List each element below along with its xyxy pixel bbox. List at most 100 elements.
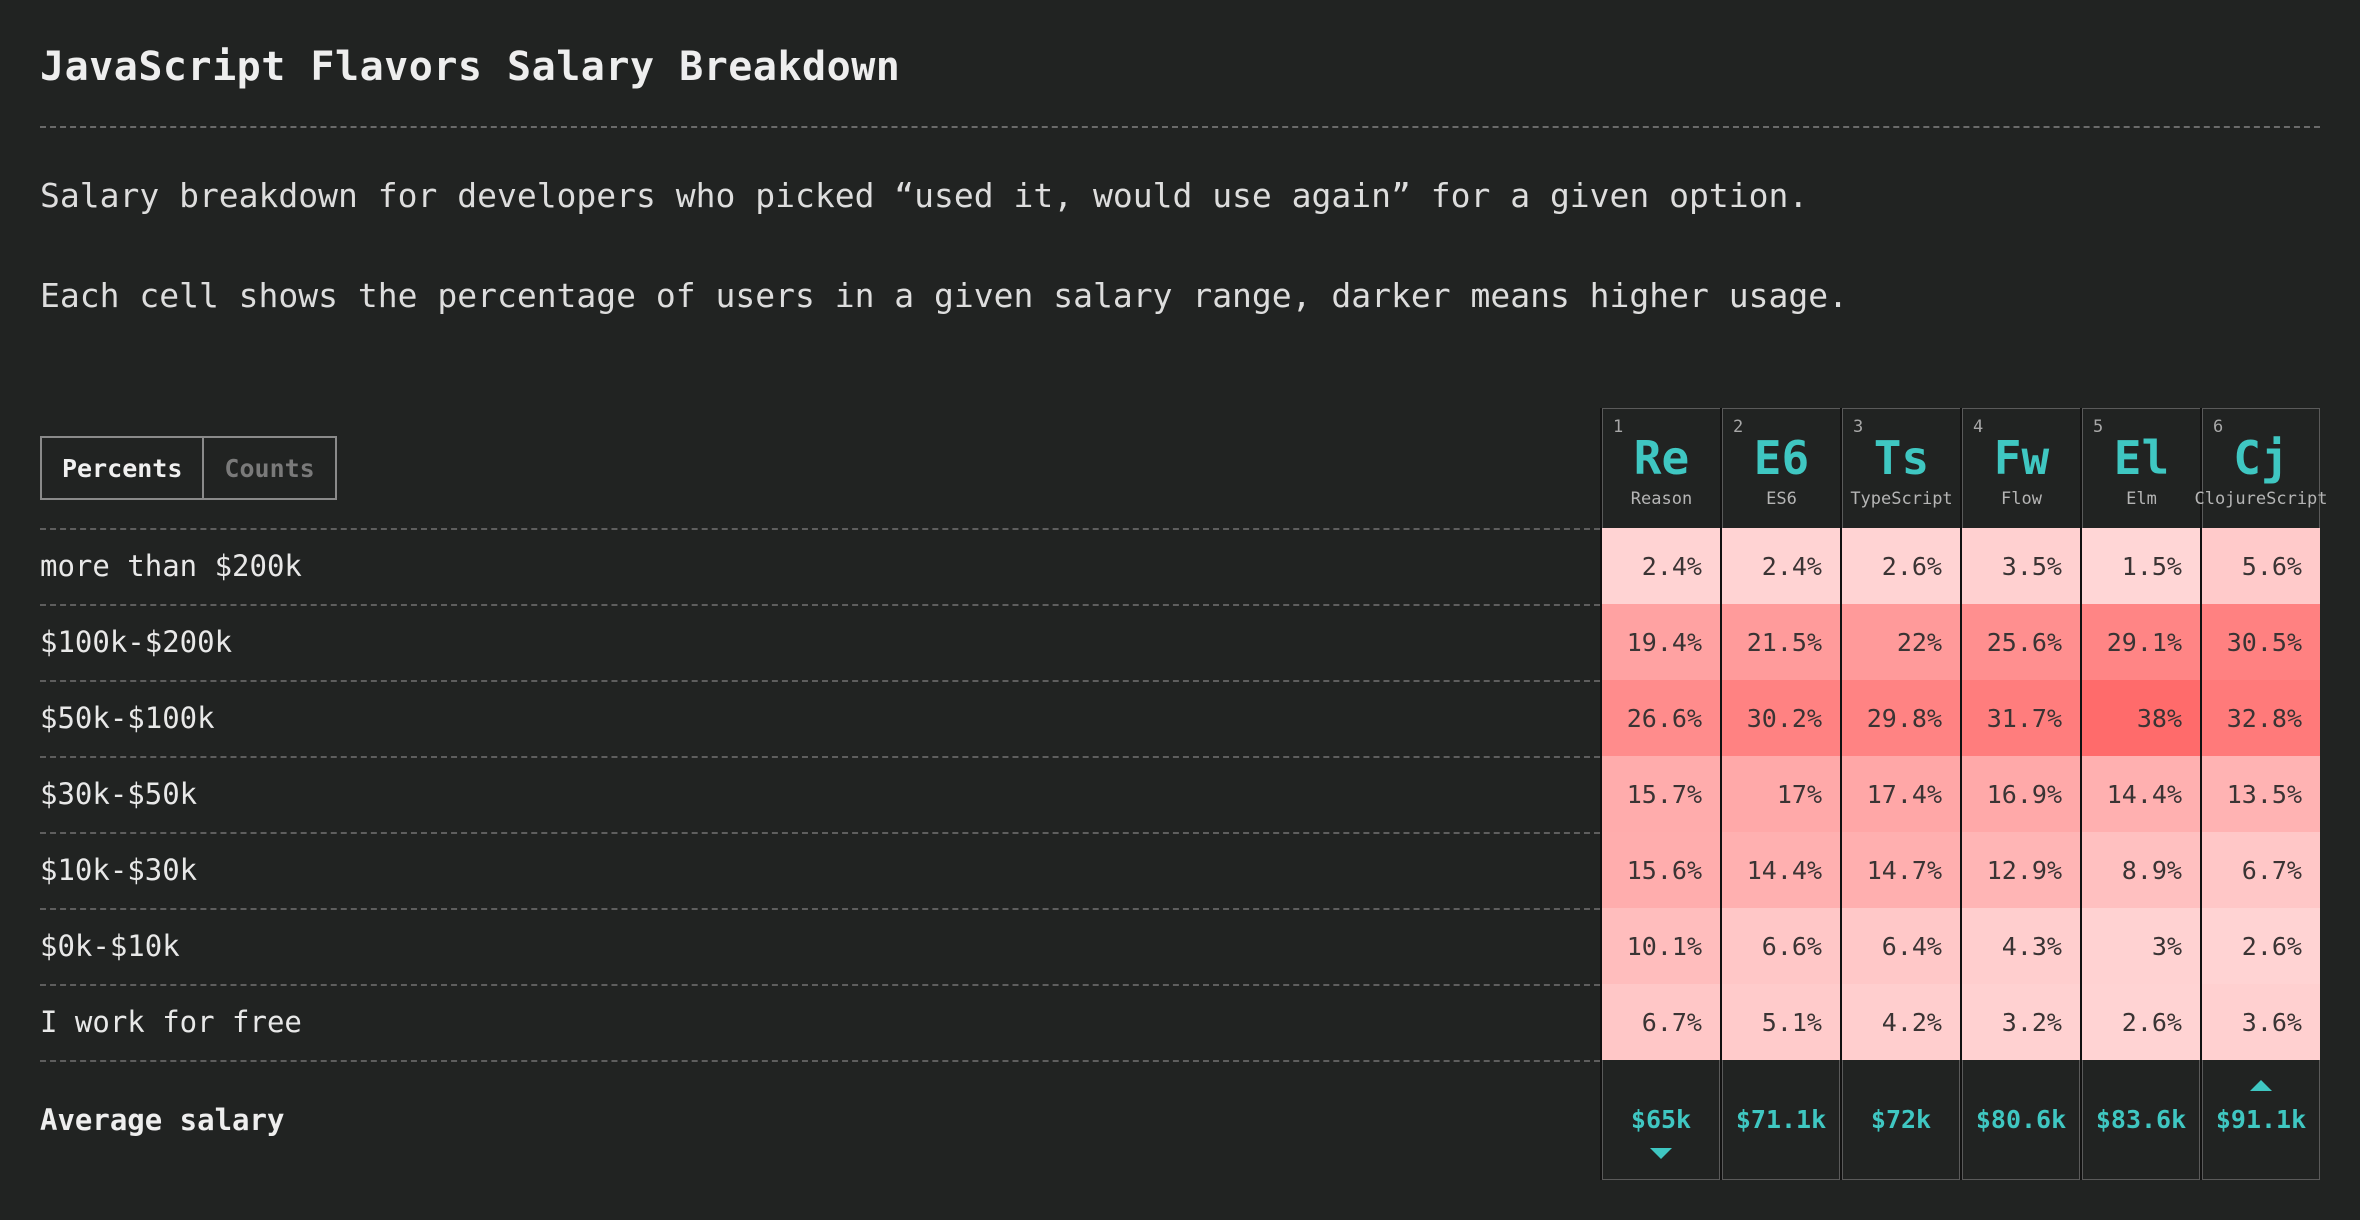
average-salary-value: $83.6k [2095, 1105, 2187, 1134]
salary-range-label: $0k-$10k [40, 929, 180, 963]
heatmap-cell: 3.6% [2202, 984, 2320, 1060]
counts-button[interactable]: Counts [202, 438, 334, 498]
heatmap-cell: 5.6% [2202, 528, 2320, 604]
column-clojurescript: 6 Cj ClojureScript 5.6% 30.5% 32.8% 13.5% 6.7% 2… [2194, 408, 2328, 1180]
row-divider [40, 604, 1600, 606]
column-header[interactable]: 1 Re Reason [1602, 408, 1720, 528]
heatmap-cell: 8.9% [2082, 832, 2200, 908]
heatmap-cell: 14.7% [1842, 832, 1960, 908]
heatmap-cell: 4.3% [1962, 908, 2080, 984]
salary-range-label: more than $200k [40, 549, 302, 583]
heatmap-cell: 4.2% [1842, 984, 1960, 1060]
row-divider [40, 680, 1600, 682]
column-reason: 1 Re Reason 2.4% 19.4% 26.6% 15.7% 15.6% 10.1% 6.… [1600, 408, 1720, 1180]
column-name: Reason [1630, 489, 1693, 509]
heatmap-cell: 29.8% [1842, 680, 1960, 756]
intro-text-1: Salary breakdown for developers who pick… [40, 176, 1809, 215]
heatmap-cell: 1.5% [2082, 528, 2200, 604]
column-name: ES6 [1766, 489, 1797, 509]
average-salary-value: $65k [1630, 1105, 1692, 1134]
column-flow: 4 Fw Flow 3.5% 25.6% 31.7% 16.9% 12.9% 4.3% 3.2% $… [1960, 408, 2080, 1180]
heatmap-cell: 2.6% [2082, 984, 2200, 1060]
unit-toggle: Percents Counts [40, 436, 337, 500]
title-divider [40, 126, 2320, 128]
column-abbreviation: Cj [2233, 431, 2289, 485]
heatmap-cell: 3% [2082, 908, 2200, 984]
heatmap-cell: 21.5% [1722, 604, 1840, 680]
average-salary-cell: $83.6k [2082, 1060, 2200, 1180]
heatmap-cell: 2.6% [1842, 528, 1960, 604]
row-divider [40, 756, 1600, 758]
heatmap-cell: 32.8% [2202, 680, 2320, 756]
column-abbreviation: E6 [1753, 431, 1810, 485]
heatmap-cell: 3.5% [1962, 528, 2080, 604]
lowest-marker-icon [1650, 1148, 1672, 1159]
heatmap-cell: 6.6% [1722, 908, 1840, 984]
column-header[interactable]: 5 El Elm [2082, 408, 2200, 528]
heatmap-cell: 6.7% [2202, 832, 2320, 908]
heatmap-cell: 31.7% [1962, 680, 2080, 756]
average-salary-value: $80.6k [1975, 1105, 2067, 1134]
heatmap-cell: 15.7% [1602, 756, 1720, 832]
heatmap-cell: 17% [1722, 756, 1840, 832]
column-abbreviation: Fw [1993, 431, 2050, 485]
column-abbreviation: Ts [1873, 431, 1930, 485]
heatmap-cell: 13.5% [2202, 756, 2320, 832]
heatmap-cell: 14.4% [1722, 832, 1840, 908]
heatmap-cell: 2.4% [1722, 528, 1840, 604]
average-salary-cell: $72k [1842, 1060, 1960, 1180]
average-salary-cell: $91.1k [2202, 1060, 2320, 1180]
average-salary-value: $91.1k [2215, 1105, 2307, 1134]
average-salary-cell: $80.6k [1962, 1060, 2080, 1180]
row-divider [40, 832, 1600, 834]
heatmap-cell: 16.9% [1962, 756, 2080, 832]
heatmap-cell: 15.6% [1602, 832, 1720, 908]
column-abbreviation: El [2113, 431, 2170, 485]
salary-range-label: $50k-$100k [40, 701, 215, 735]
salary-range-label: $30k-$50k [40, 777, 198, 811]
heatmap-cell: 29.1% [2082, 604, 2200, 680]
column-header[interactable]: 2 E6 ES6 [1722, 408, 1840, 528]
heatmap-cell: 2.4% [1602, 528, 1720, 604]
heatmap-cell: 19.4% [1602, 604, 1720, 680]
heatmap-cell: 38% [2082, 680, 2200, 756]
heatmap-cell: 6.7% [1602, 984, 1720, 1060]
heatmap-cell: 3.2% [1962, 984, 2080, 1060]
intro-text-2: Each cell shows the percentage of users … [40, 276, 1848, 315]
heatmap-cell: 5.1% [1722, 984, 1840, 1060]
salary-range-label: $10k-$30k [40, 853, 198, 887]
row-divider [40, 908, 1600, 910]
average-salary-value: $72k [1870, 1105, 1932, 1134]
salary-range-label: I work for free [40, 1005, 302, 1039]
column-name: Elm [2126, 489, 2157, 509]
column-abbreviation: Re [1633, 431, 1690, 485]
average-salary-label: Average salary [40, 1103, 285, 1137]
heatmap-cell: 25.6% [1962, 604, 2080, 680]
column-es6: 2 E6 ES6 2.4% 21.5% 30.2% 17% 14.4% 6.6% 5.1% $71.… [1720, 408, 1840, 1180]
heatmap-cell: 6.4% [1842, 908, 1960, 984]
average-salary-value: $71.1k [1735, 1105, 1827, 1134]
heatmap-cell: 10.1% [1602, 908, 1720, 984]
column-name: Flow [2001, 489, 2042, 509]
salary-range-label: $100k-$200k [40, 625, 233, 659]
heatmap-cell: 2.6% [2202, 908, 2320, 984]
column-header[interactable]: 3 Ts TypeScript [1842, 408, 1960, 528]
column-header[interactable]: 4 Fw Flow [1962, 408, 2080, 528]
column-header[interactable]: 6 Cj ClojureScript [2194, 408, 2328, 528]
percents-button[interactable]: Percents [42, 438, 202, 498]
heatmap-cell: 17.4% [1842, 756, 1960, 832]
column-elm: 5 El Elm 1.5% 29.1% 38% 14.4% 8.9% 3% 2.6% $83.6k [2080, 408, 2200, 1180]
heatmap-cell: 12.9% [1962, 832, 2080, 908]
page-title: JavaScript Flavors Salary Breakdown [40, 44, 901, 90]
heatmap-cell: 22% [1842, 604, 1960, 680]
heatmap-cell: 30.2% [1722, 680, 1840, 756]
heatmap-cell: 30.5% [2202, 604, 2320, 680]
heatmap-cell: 14.4% [2082, 756, 2200, 832]
average-salary-cell: $71.1k [1722, 1060, 1840, 1180]
column-name: TypeScript [1850, 489, 1953, 509]
highest-marker-icon [2250, 1080, 2272, 1091]
average-salary-cell: $65k [1602, 1060, 1720, 1180]
column-typescript: 3 Ts TypeScript 2.6% 22% 29.8% 17.4% 14.7% 6.4% 4… [1840, 408, 1960, 1180]
column-name: ClojureScript [2194, 489, 2328, 509]
heatmap-cell: 26.6% [1602, 680, 1720, 756]
